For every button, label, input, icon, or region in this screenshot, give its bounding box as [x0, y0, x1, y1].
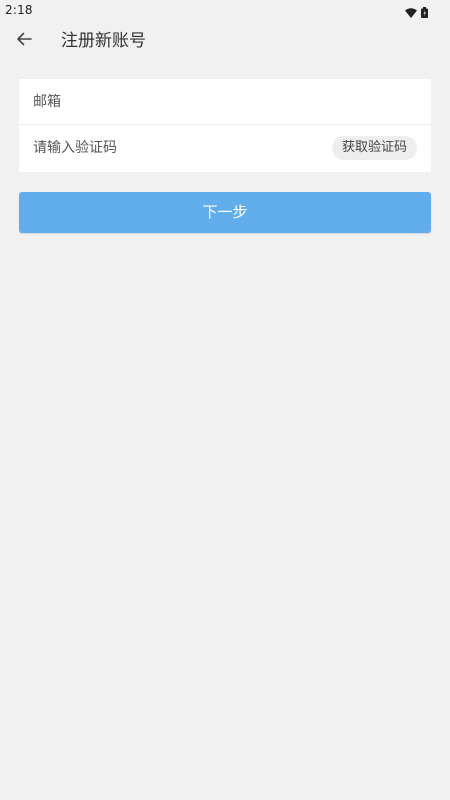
email-field[interactable]	[33, 79, 323, 125]
status-time: 2:18	[5, 3, 33, 17]
code-row: 获取验证码	[19, 125, 431, 171]
verification-code-field[interactable]	[33, 125, 323, 171]
next-button[interactable]: 下一步	[19, 192, 431, 233]
email-row	[19, 79, 431, 125]
page-title: 注册新账号	[61, 31, 146, 51]
arrow-left-icon	[16, 31, 32, 51]
get-code-button[interactable]: 获取验证码	[331, 136, 417, 160]
register-form: 获取验证码	[19, 79, 431, 172]
app-bar: 注册新账号	[0, 20, 450, 62]
status-bar: 2:18	[0, 0, 450, 20]
back-button[interactable]	[12, 29, 36, 53]
